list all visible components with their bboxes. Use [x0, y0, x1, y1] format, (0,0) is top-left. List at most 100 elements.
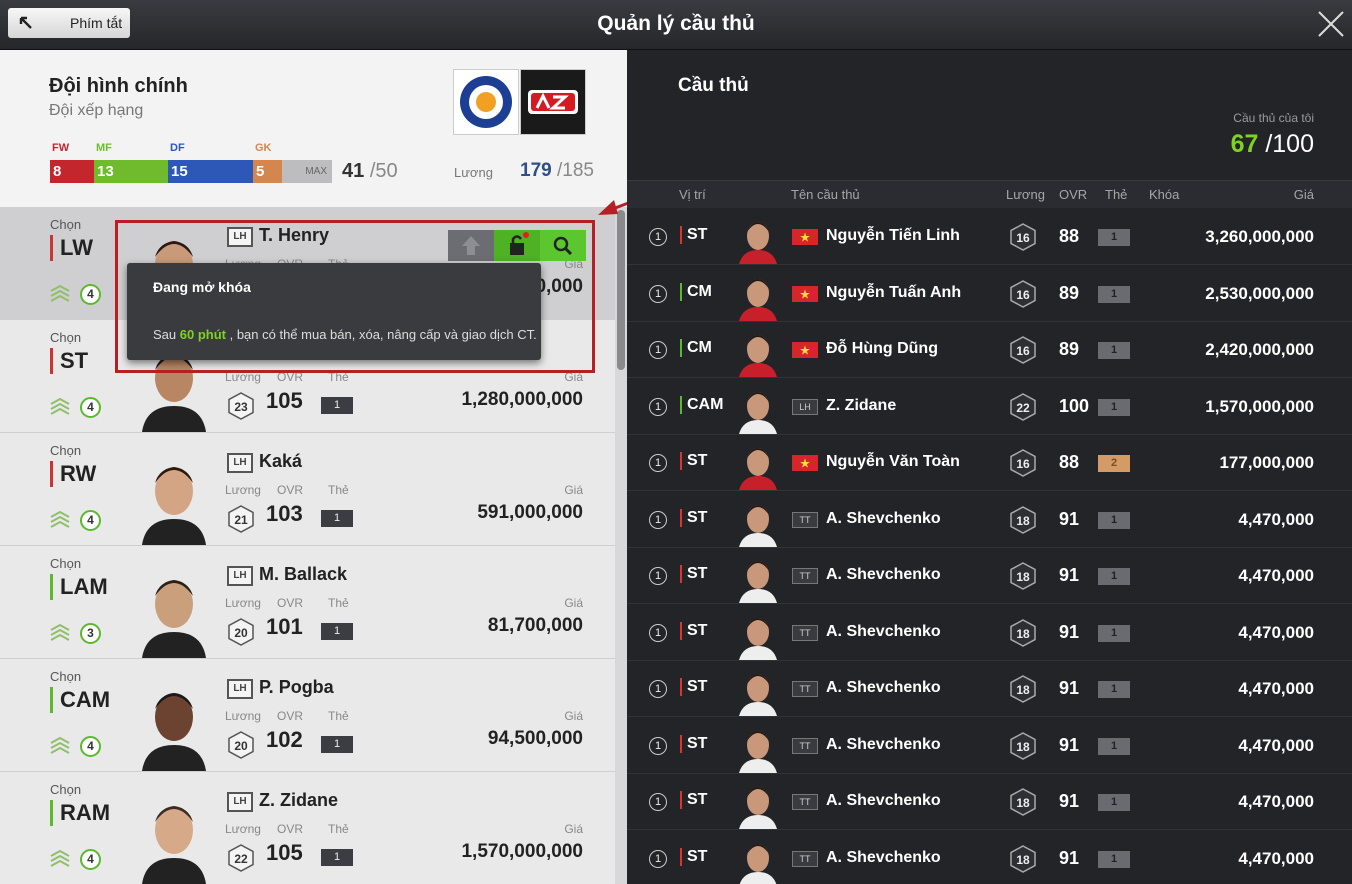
- svg-text:18: 18: [1016, 514, 1030, 528]
- player-photo: [735, 610, 781, 660]
- card-grade: 1: [321, 736, 353, 753]
- salary-hexagon-icon: 18: [1010, 675, 1036, 703]
- select-label[interactable]: Chọn: [50, 556, 81, 571]
- highlight-box: [115, 220, 595, 373]
- player-photo: [735, 666, 781, 716]
- season-badge: LH: [227, 453, 253, 473]
- season-badge: TT: [792, 794, 818, 810]
- ovr-label: OVR: [277, 709, 304, 723]
- select-label[interactable]: Chọn: [50, 217, 81, 232]
- close-icon[interactable]: [1316, 9, 1346, 39]
- position-bar: 8 13 15 5 MAX: [50, 160, 332, 183]
- salary-label: Lương: [225, 483, 261, 497]
- squad-player-row[interactable]: Chọn LAM 3 LH M. Ballack Lương OVR Thẻ 20 101 1 Giá…: [0, 546, 615, 659]
- salary-hexagon-icon: 22: [1010, 392, 1036, 421]
- player-photo: [735, 440, 781, 490]
- player-name: Kaká: [259, 451, 303, 471]
- player-photo: [134, 675, 214, 771]
- level-badge: 3: [80, 623, 101, 644]
- player-ovr: 91: [1059, 508, 1080, 529]
- player-list-row[interactable]: 1 CAM LH Z. Zidane 22 100 1 1,570,000,000: [627, 379, 1352, 435]
- player-ovr: 91: [1059, 565, 1080, 585]
- player-photo: [735, 327, 781, 377]
- col-salary[interactable]: Lương: [1006, 187, 1045, 202]
- player-list-row[interactable]: 1 ST Nguyễn Tiến Linh 16 88 1 3,260,000,000: [627, 209, 1352, 265]
- player-list-row[interactable]: 1 CM Nguyễn Tuấn Anh 16 89 1 2,530,000,000: [627, 266, 1352, 322]
- player-photo: [735, 779, 781, 829]
- card-grade: 1: [1098, 285, 1130, 303]
- players-title: Cầu thủ: [678, 75, 749, 96]
- select-label[interactable]: Chọn: [50, 330, 81, 345]
- salary-hexagon-icon: 20: [228, 618, 254, 646]
- col-ovr[interactable]: OVR: [1059, 187, 1087, 202]
- squad-player-row[interactable]: Chọn RAM 4 LH Z. Zidane Lương OVR Thẻ 22 105 1 Giá 1…: [0, 772, 615, 884]
- salary-hexagon-icon: 16: [1010, 223, 1036, 251]
- svg-text:18: 18: [1016, 627, 1030, 641]
- player-list-row[interactable]: 1 ST TT A. Shevchenko 18 91 1 4,470,000: [627, 661, 1352, 717]
- player-position: ST: [680, 791, 707, 809]
- svg-text:16: 16: [1016, 344, 1030, 358]
- gk-bar: 5: [253, 160, 282, 183]
- salary-hexagon-icon: 18: [1010, 731, 1036, 760]
- squad-management-screen: { "header": {"shortcut_label": "Phím tắt…: [0, 0, 1352, 884]
- salary-label: Lương: [225, 596, 261, 610]
- card-grade: 1: [1098, 398, 1130, 416]
- svg-text:18: 18: [1016, 796, 1030, 810]
- squad-panel: Đội hình chính Đội xếp hạng FW MF DF GK …: [0, 50, 627, 884]
- squad-subtitle: Đội xếp hạng: [49, 102, 144, 119]
- player-list-row[interactable]: 1 ST TT A. Shevchenko 18 91 1 4,470,000: [627, 605, 1352, 661]
- vietnam-flag-icon: [792, 455, 818, 471]
- select-label[interactable]: Chọn: [50, 443, 81, 458]
- player-name: A. Shevchenko: [826, 848, 941, 866]
- squad-player-row[interactable]: Chọn RW 4 LH Kaká Lương OVR Thẻ 21 103 1 Giá 591,000…: [0, 433, 615, 546]
- col-position[interactable]: Vị trí: [679, 187, 706, 202]
- upgrade-level: 1: [649, 849, 667, 868]
- col-lock[interactable]: Khóa: [1149, 187, 1179, 202]
- season-badge: TT: [792, 681, 818, 697]
- salary-hexagon-icon: 18: [1010, 844, 1036, 873]
- squad-player-row[interactable]: Chọn CAM 4 LH P. Pogba Lương OVR Thẻ 20 102 1 Giá 94…: [0, 659, 615, 772]
- player-price: 4,470,000: [1238, 792, 1314, 811]
- fw-bar: 8: [50, 160, 94, 183]
- svg-text:18: 18: [1016, 740, 1030, 754]
- svg-text:22: 22: [1016, 401, 1030, 415]
- level-badge: 4: [80, 510, 101, 531]
- card-grade: 1: [1098, 229, 1130, 246]
- player-price: 81,700,000: [487, 615, 583, 636]
- player-list-row[interactable]: 1 ST TT A. Shevchenko 18 91 1 4,470,000: [627, 548, 1352, 604]
- top-bar: Phím tắt Quản lý cầu thủ: [0, 0, 1352, 50]
- player-list-row[interactable]: 1 ST TT A. Shevchenko 18 91 1 4,470,000: [627, 774, 1352, 830]
- select-label[interactable]: Chọn: [50, 782, 81, 797]
- player-list-row[interactable]: 1 ST TT A. Shevchenko 18 91 1 4,470,000: [627, 831, 1352, 884]
- scrollbar-thumb[interactable]: [617, 210, 625, 370]
- player-position: LW: [50, 235, 93, 261]
- col-price[interactable]: Giá: [1294, 187, 1314, 202]
- player-position: CAM: [680, 395, 723, 414]
- player-name: Nguyễn Tuấn Anh: [826, 283, 962, 301]
- season-badge: LH: [227, 679, 253, 699]
- upgrade-level: 1: [649, 284, 667, 303]
- card-grade: 1: [1098, 681, 1130, 698]
- player-list-row[interactable]: 1 ST TT A. Shevchenko 18 91 1 4,470,000: [627, 718, 1352, 774]
- player-list-row[interactable]: 1 CM Đỗ Hùng Dũng 16 89 1 2,420,000,000: [627, 322, 1352, 378]
- salary-hexagon-icon: 16: [1010, 279, 1036, 308]
- ovr-label: OVR: [277, 596, 304, 610]
- season-badge: LH: [227, 566, 253, 586]
- player-list-row[interactable]: 1 ST TT A. Shevchenko 18 91 1 4,470,000: [627, 492, 1352, 548]
- col-card[interactable]: Thẻ: [1105, 187, 1127, 202]
- player-price: 1,570,000,000: [1205, 396, 1314, 416]
- player-ovr: 103: [266, 501, 303, 526]
- player-list-row[interactable]: 1 ST Nguyễn Văn Toàn 16 88 2 177,000,000: [627, 435, 1352, 491]
- my-players-count: 67 /100: [1230, 130, 1314, 158]
- squad-summary: Đội hình chính Đội xếp hạng FW MF DF GK …: [0, 50, 627, 207]
- upgrade-level: 1: [649, 228, 667, 246]
- col-name[interactable]: Tên cầu thủ: [791, 187, 860, 202]
- player-photo: [735, 836, 781, 884]
- player-price: 4,470,000: [1238, 509, 1314, 529]
- upgrade-level: 1: [649, 454, 667, 472]
- chevron-rank-icon: [50, 623, 70, 641]
- select-label[interactable]: Chọn: [50, 669, 81, 684]
- level-badge: 4: [80, 284, 101, 305]
- player-name: M. Ballack: [259, 564, 348, 584]
- player-name: Nguyễn Văn Toàn: [826, 453, 960, 470]
